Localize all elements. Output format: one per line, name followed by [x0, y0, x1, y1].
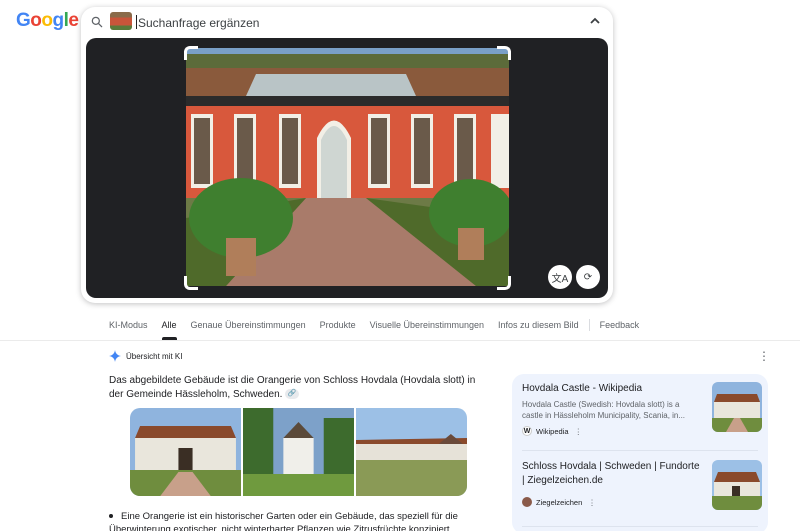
- source-site-name: Wikipedia: [536, 426, 569, 436]
- image-viewer: 文A ⟳: [86, 38, 608, 298]
- ai-overview-bullet: Eine Orangerie ist ein historischer Gart…: [109, 510, 489, 531]
- gallery-image-tower[interactable]: [243, 408, 354, 496]
- crop-handle-top-right[interactable]: [497, 46, 511, 60]
- source-card-wikipedia[interactable]: Hovdala Castle - Wikipedia Hovdala Castl…: [522, 382, 762, 436]
- source-card-ziegelzeichen[interactable]: Schloss Hovdala | Schweden | Fundorte | …: [522, 460, 762, 510]
- more-vert-icon[interactable]: ⋮: [758, 350, 770, 362]
- ai-overview-text: Das abgebildete Gebäude ist die Orangeri…: [109, 374, 489, 402]
- source-site-name: Ziegelzeichen: [536, 497, 583, 507]
- tab-alle[interactable]: Alle: [161, 320, 177, 340]
- gallery-image-castle-gate[interactable]: [130, 408, 241, 496]
- bullet-dot: [109, 514, 113, 519]
- page: Google Suchanfrage ergänzen 文A ⟳ KI-Modu…: [0, 0, 800, 531]
- tab-separator: [588, 319, 590, 331]
- ai-overview-header: Übersicht mit KI: [109, 350, 182, 362]
- source-thumbnail[interactable]: [712, 460, 762, 510]
- ai-overview-title: Übersicht mit KI: [126, 351, 183, 361]
- gallery-image-courtyard[interactable]: [356, 408, 467, 496]
- source-divider: [522, 450, 758, 451]
- crop-handle-bottom-right[interactable]: [497, 276, 511, 290]
- tab-infos[interactable]: Infos zu diesem Bild: [498, 320, 579, 330]
- chevron-up-icon[interactable]: [589, 16, 601, 26]
- search-bar[interactable]: Suchanfrage ergänzen: [81, 7, 613, 37]
- source-snippet: Hovdala Castle (Swedish: Hovdala slott) …: [522, 400, 686, 420]
- sources-panel: Hovdala Castle - Wikipedia Hovdala Castl…: [512, 374, 768, 531]
- translate-icon: 文A: [551, 273, 569, 285]
- link-icon[interactable]: 🔗: [285, 389, 300, 400]
- source-thumbnail[interactable]: [712, 382, 762, 432]
- source-divider: [522, 526, 758, 527]
- source-title[interactable]: Schloss Hovdala | Schweden | Fundorte | …: [522, 460, 700, 488]
- tab-visuelle[interactable]: Visuelle Übereinstimmungen: [370, 320, 484, 330]
- more-vert-icon[interactable]: ⋮: [575, 427, 583, 436]
- crop-handle-top-left[interactable]: [184, 46, 198, 60]
- ziegelzeichen-favicon: [522, 497, 532, 507]
- query-image-thumbnail[interactable]: [110, 12, 132, 30]
- search-input[interactable]: Suchanfrage ergänzen: [135, 15, 259, 30]
- bullet-text: Eine Orangerie ist ein historischer Gart…: [109, 511, 458, 531]
- tab-ki-modus[interactable]: KI-Modus: [109, 320, 148, 330]
- tab-feedback[interactable]: Feedback: [600, 320, 640, 330]
- rotate-icon: ⟳: [583, 271, 593, 283]
- source-title[interactable]: Hovdala Castle - Wikipedia: [522, 382, 700, 396]
- tabs-divider: [0, 340, 800, 341]
- tab-genaue[interactable]: Genaue Übereinstimmungen: [191, 320, 306, 330]
- tab-produkte[interactable]: Produkte: [320, 320, 356, 330]
- more-vert-icon[interactable]: ⋮: [588, 498, 596, 507]
- orangery-photo: [186, 48, 509, 286]
- wikipedia-favicon: W: [522, 426, 532, 436]
- ai-image-gallery: [130, 408, 467, 496]
- gemini-sparkle-icon: [109, 350, 121, 362]
- search-icon: [91, 16, 103, 28]
- result-tabs: KI-Modus Alle Genaue Übereinstimmungen P…: [109, 319, 653, 340]
- translate-button[interactable]: 文A: [548, 265, 572, 289]
- google-logo[interactable]: Google: [16, 10, 79, 32]
- lens-card: Suchanfrage ergänzen 文A ⟳: [81, 7, 613, 303]
- rotate-button[interactable]: ⟳: [576, 265, 600, 289]
- crop-handle-bottom-left[interactable]: [184, 276, 198, 290]
